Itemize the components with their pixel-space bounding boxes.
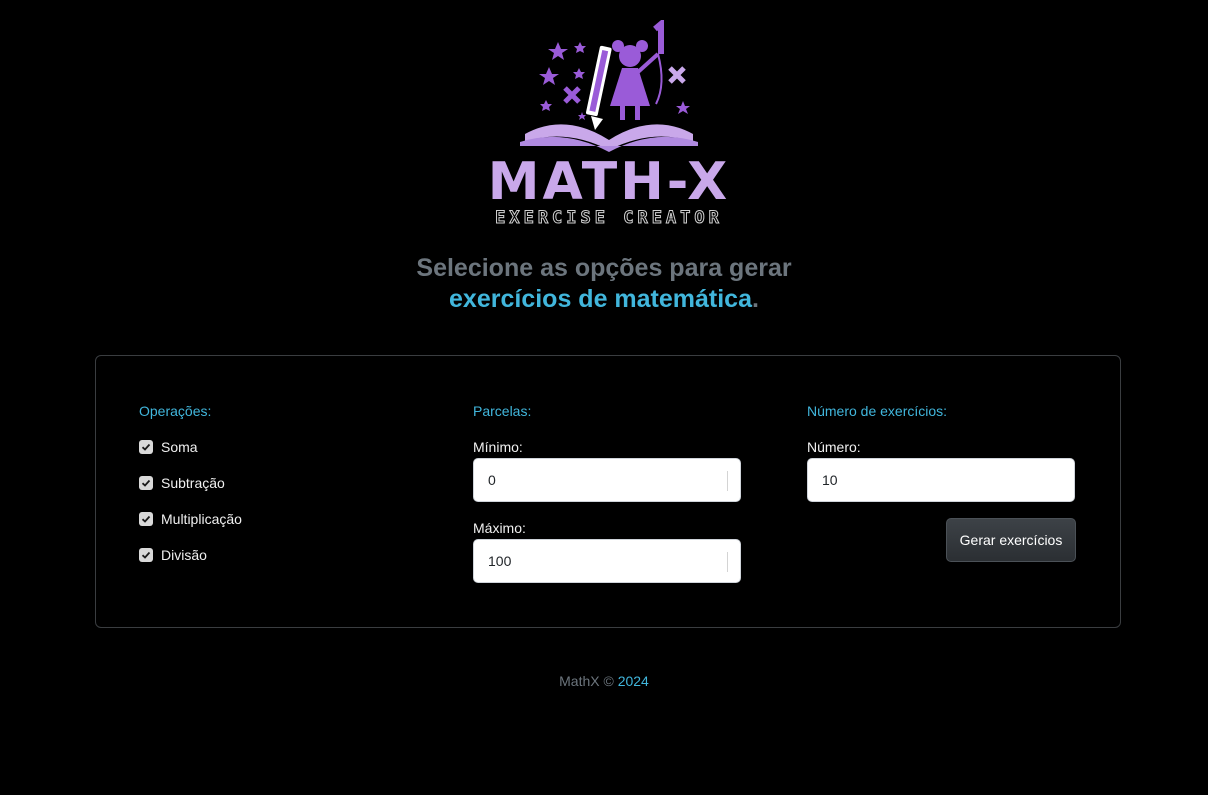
logo-subtitle: EXERCISE CREATOR — [495, 208, 723, 229]
spinner-divider — [727, 471, 728, 491]
spinner-divider — [727, 552, 728, 572]
footer: MathX © 2024 — [0, 673, 1208, 689]
checkbox-divisao[interactable]: Divisão — [139, 545, 207, 565]
min-input[interactable]: 0 — [473, 458, 741, 502]
parcelas-title: Parcelas: — [473, 403, 532, 419]
footer-brand: MathX © — [559, 673, 614, 689]
logo-title: MATH-X — [487, 152, 731, 212]
star-icon — [548, 42, 568, 60]
exercises-title: Número de exercícios: — [807, 403, 948, 419]
generate-exercises-button[interactable]: Gerar exercícios — [946, 518, 1076, 562]
checkbox-soma[interactable]: Soma — [139, 437, 198, 457]
footer-year: 2024 — [617, 673, 649, 689]
headline-period: . — [752, 285, 759, 313]
page-headline: Selecione as opções para gerar exercício… — [0, 253, 1208, 315]
checkbox-checked-icon[interactable] — [139, 476, 153, 490]
max-input-value: 100 — [488, 553, 512, 569]
checkbox-multiplicacao[interactable]: Multiplicação — [139, 509, 242, 529]
count-label: Número: — [807, 439, 861, 455]
count-input[interactable]: 10 — [807, 458, 1075, 502]
headline-accent: exercícios de matemática — [449, 285, 752, 313]
headline-line2: exercícios de matemática. — [0, 284, 1208, 315]
min-input-value: 0 — [488, 472, 496, 488]
checkbox-label: Divisão — [161, 547, 207, 563]
options-card: Operações: Soma Subtração Multiplicação … — [95, 355, 1121, 628]
math-x-logo: MATH-X EXERCISE CREATOR — [462, 20, 756, 232]
max-label: Máximo: — [473, 520, 526, 536]
min-label: Mínimo: — [473, 439, 523, 455]
checkbox-subtracao[interactable]: Subtração — [139, 473, 225, 493]
operations-title: Operações: — [139, 403, 212, 419]
checkbox-checked-icon[interactable] — [139, 440, 153, 454]
headline-line1: Selecione as opções para gerar — [416, 254, 792, 282]
checkbox-label: Multiplicação — [161, 511, 242, 527]
checkbox-checked-icon[interactable] — [139, 548, 153, 562]
max-input[interactable]: 100 — [473, 539, 741, 583]
checkbox-checked-icon[interactable] — [139, 512, 153, 526]
count-input-value: 10 — [822, 472, 838, 488]
checkbox-label: Soma — [161, 439, 198, 455]
checkbox-label: Subtração — [161, 475, 225, 491]
